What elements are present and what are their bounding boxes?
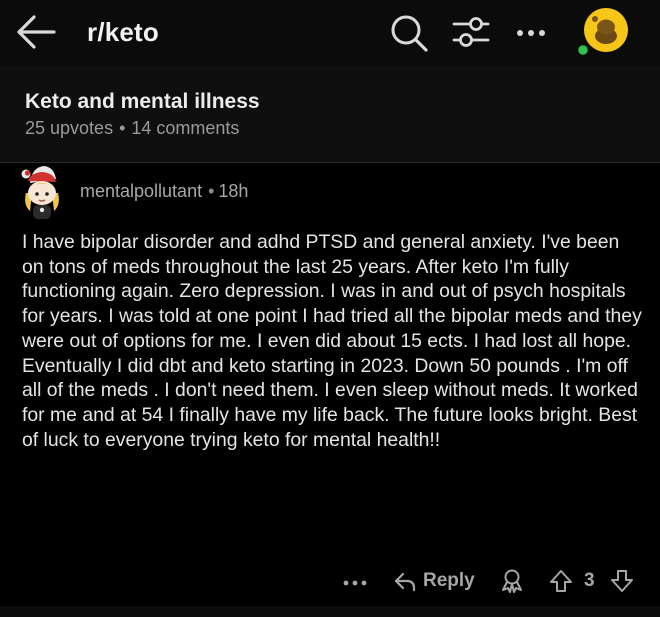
reply-label: Reply xyxy=(423,570,475,591)
comment-separator: • xyxy=(208,181,215,201)
arrow-left-icon xyxy=(17,15,56,49)
upvote-button[interactable] xyxy=(547,562,575,600)
award-button[interactable] xyxy=(498,562,526,600)
meta-separator: • xyxy=(119,118,126,138)
back-button[interactable] xyxy=(14,12,58,52)
downvote-button[interactable] xyxy=(608,562,636,600)
reply-arrow-icon xyxy=(394,572,416,592)
commenter-avatar-icon xyxy=(21,166,59,219)
upvote-arrow-icon xyxy=(550,570,572,592)
post-header[interactable]: Keto and mental illness 25 upvotes • 14 co… xyxy=(0,66,660,163)
commenter-avatar[interactable] xyxy=(16,163,68,221)
comment-header: mentalpollutant • 18h xyxy=(80,181,248,202)
comment-more-button[interactable] xyxy=(340,562,370,600)
user-avatar-icon xyxy=(575,8,628,58)
search-icon xyxy=(391,15,428,52)
post-meta: 25 upvotes • 14 comments xyxy=(25,118,239,139)
more-dots-icon xyxy=(343,580,367,586)
comment-age: 18h xyxy=(218,181,249,201)
reply-button[interactable]: Reply xyxy=(393,562,475,600)
subreddit-name[interactable]: r/keto xyxy=(87,17,159,48)
search-button[interactable] xyxy=(386,10,432,54)
filter-button[interactable] xyxy=(448,10,494,54)
comment-count: 14 comments xyxy=(131,118,240,138)
comment-author[interactable]: mentalpollutant xyxy=(80,181,202,201)
award-icon xyxy=(502,569,522,593)
vote-count: 3 xyxy=(584,570,595,591)
downvote-arrow-icon xyxy=(611,570,633,592)
more-dots-icon xyxy=(517,30,545,36)
comment-actions: Reply 3 xyxy=(0,562,660,602)
top-bar: r/keto xyxy=(0,0,660,66)
sliders-icon xyxy=(452,17,490,47)
post-title[interactable]: Keto and mental illness xyxy=(25,90,260,114)
upvote-count: 25 upvotes xyxy=(25,118,114,138)
bottom-edge xyxy=(0,606,660,617)
more-options-button[interactable] xyxy=(511,10,553,54)
comment-body: I have bipolar disorder and adhd PTSD an… xyxy=(22,231,642,451)
user-avatar-button[interactable] xyxy=(574,6,632,60)
